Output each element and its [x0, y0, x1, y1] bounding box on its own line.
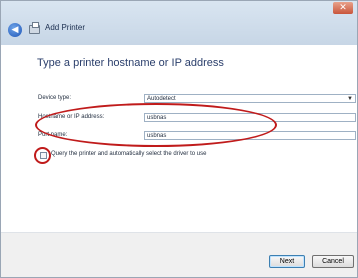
close-button[interactable]: ✕ [333, 2, 353, 14]
back-arrow-icon[interactable]: ◀ [8, 23, 22, 37]
printer-icon [29, 22, 40, 34]
highlight-ellipse-fields [35, 103, 277, 147]
query-printer-label[interactable]: Query the printer and automatically sele… [51, 151, 206, 157]
chevron-down-icon: ▼ [347, 96, 353, 102]
highlight-circle-checkbox [34, 147, 51, 164]
dialog-footer: Next Cancel [1, 232, 357, 277]
window-title: Add Printer [45, 23, 86, 32]
device-type-value: Autodetect [147, 96, 176, 102]
page-heading: Type a printer hostname or IP address [37, 57, 224, 69]
add-printer-window: ✕ ◀ Add Printer Type a printer hostname … [0, 0, 358, 278]
cancel-button[interactable]: Cancel [312, 255, 354, 268]
device-type-select[interactable]: Autodetect ▼ [144, 94, 356, 103]
device-type-label: Device type: [38, 95, 72, 101]
window-title-bar: ✕ ◀ Add Printer [1, 1, 357, 45]
next-button[interactable]: Next [269, 255, 305, 268]
